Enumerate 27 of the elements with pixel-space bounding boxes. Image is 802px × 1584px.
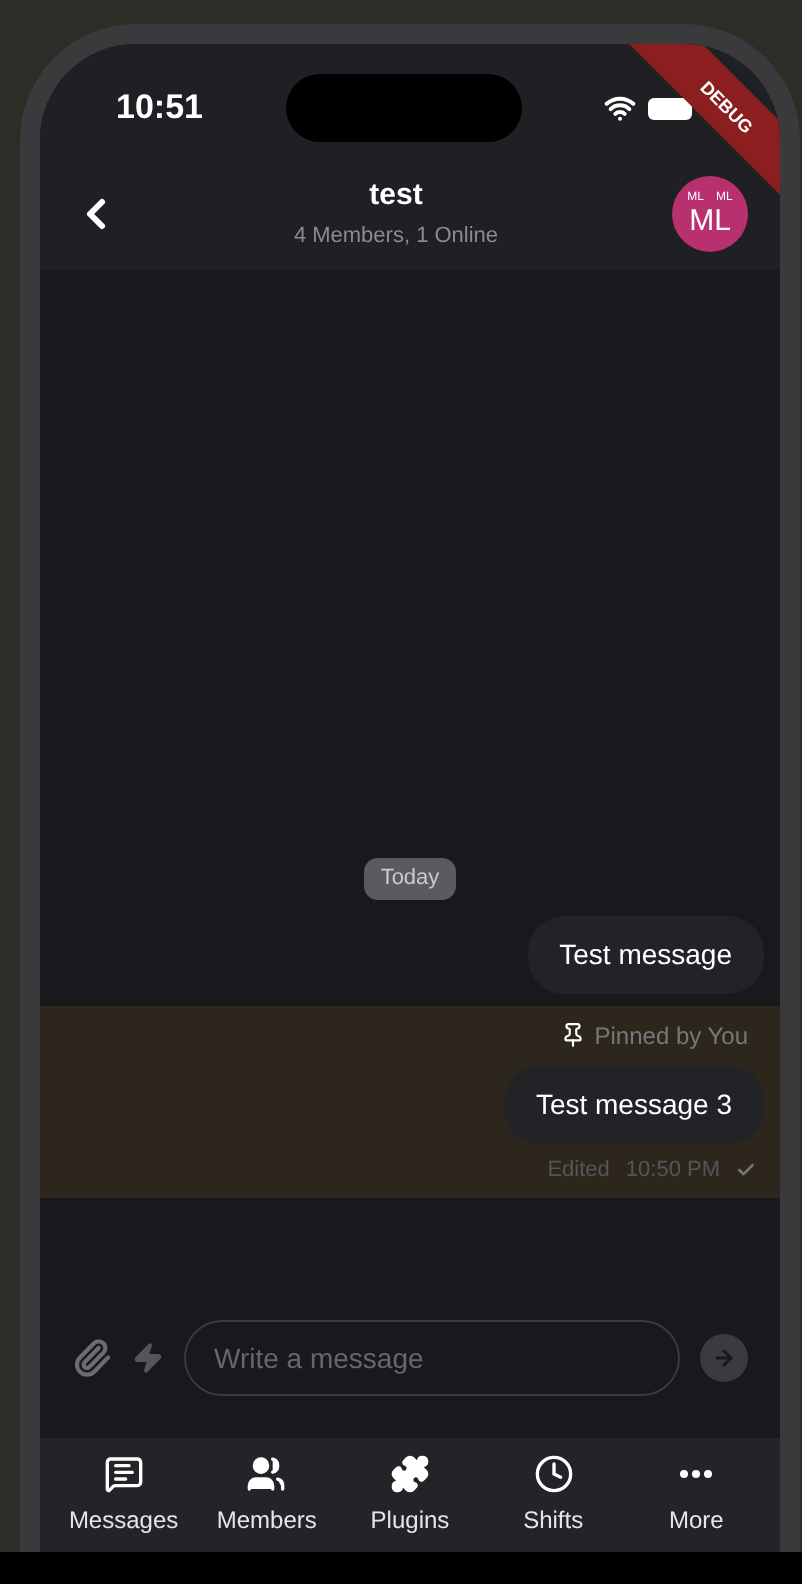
battery-icon [648, 97, 692, 119]
date-chip: Today [364, 858, 456, 899]
more-icon [680, 1470, 713, 1478]
pin-icon [560, 1022, 587, 1048]
tab-item[interactable]: Members [195, 1454, 339, 1538]
people-icon [246, 1454, 287, 1494]
message-bubble[interactable]: Test message [527, 915, 764, 993]
arrow-icon [712, 1346, 736, 1370]
edited-label: Edited [547, 1155, 610, 1185]
puzzle-icon [389, 1454, 430, 1494]
tab-item[interactable]: Shifts [481, 1454, 625, 1538]
avatar-initials: ML [689, 205, 731, 237]
tab-item[interactable]: Messages [52, 1454, 196, 1538]
chat-subtitle: 4 Members, 1 Online [293, 221, 499, 251]
quick-action-button[interactable] [132, 1342, 164, 1374]
tab-item[interactable]: More [624, 1454, 768, 1538]
pin-label: Pinned by You [594, 1019, 748, 1053]
message-bubble[interactable]: Test message 3 [503, 1065, 764, 1143]
message-time: 10:50 PM [625, 1155, 720, 1185]
wifi-icon [604, 92, 636, 124]
status-time: 10:51 [116, 86, 203, 131]
chat-title: test [369, 176, 423, 216]
tab-item[interactable]: Plugins [338, 1454, 482, 1538]
attach-button[interactable] [72, 1338, 112, 1378]
message-input[interactable]: Write a message [184, 1320, 680, 1396]
clock-icon [533, 1454, 574, 1494]
chat-icon [103, 1454, 144, 1494]
